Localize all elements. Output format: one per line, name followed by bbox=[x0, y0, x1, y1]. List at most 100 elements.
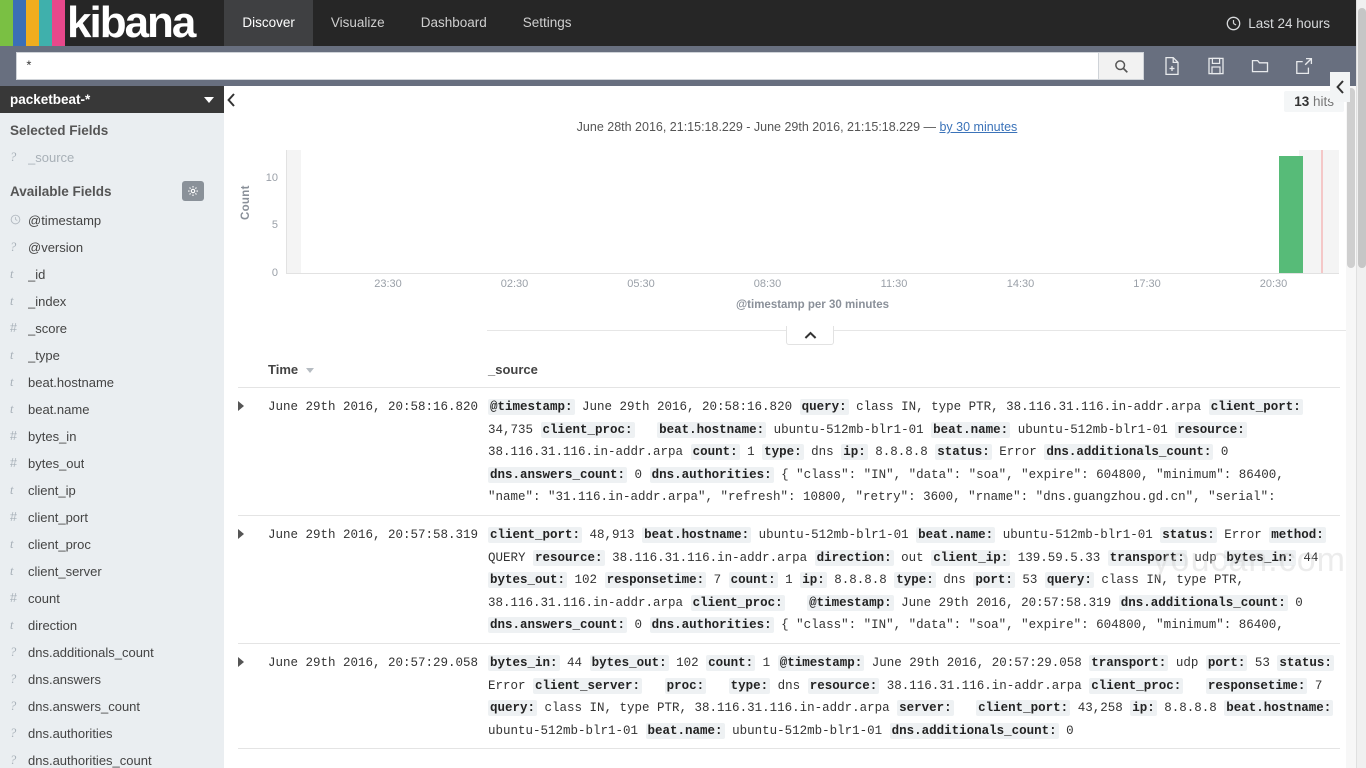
selected-field-_source[interactable]: ? _source bbox=[0, 144, 224, 171]
field-name-label: _index bbox=[28, 294, 67, 309]
table-row[interactable]: June 29th 2016, 20:58:16.820 @timestamp: … bbox=[238, 387, 1340, 516]
chart-interval-link[interactable]: by 30 minutes bbox=[939, 120, 1017, 134]
chart-collapse-button[interactable] bbox=[786, 326, 834, 345]
open-search-icon[interactable] bbox=[1250, 56, 1270, 76]
row-expand-cell[interactable] bbox=[238, 643, 268, 749]
sidebar-collapse-button[interactable] bbox=[224, 88, 238, 112]
row-expand-cell[interactable] bbox=[238, 515, 268, 644]
available-field-bytes_out[interactable]: # bytes_out bbox=[0, 450, 224, 477]
logo-bar-5 bbox=[52, 0, 65, 46]
available-field-dns.authorities[interactable]: ? dns.authorities bbox=[0, 720, 224, 747]
page-scrollbar-thumb[interactable] bbox=[1358, 8, 1366, 268]
field-type-number-icon: # bbox=[10, 429, 17, 443]
source-field-key: count: bbox=[706, 655, 756, 671]
caret-right-icon[interactable] bbox=[238, 657, 244, 667]
source-field-key: resource: bbox=[807, 677, 880, 694]
source-field-value: ubuntu-512mb-blr1-01 bbox=[732, 723, 883, 738]
source-field-key: client_port: bbox=[1208, 399, 1303, 415]
source-column-header[interactable]: _source bbox=[488, 354, 1340, 388]
available-field-_id[interactable]: t _id bbox=[0, 261, 224, 288]
source-field-key: resource: bbox=[533, 549, 605, 566]
field-sidebar: packetbeat-* Selected Fields ? _source Av… bbox=[0, 86, 224, 768]
field-name-label: dns.answers bbox=[28, 672, 101, 687]
available-field-bytes_in[interactable]: # bytes_in bbox=[0, 423, 224, 450]
share-search-icon[interactable] bbox=[1294, 56, 1314, 76]
available-field-dns.answers[interactable]: ? dns.answers bbox=[0, 666, 224, 693]
available-field-client_proc[interactable]: t client_proc bbox=[0, 531, 224, 558]
available-field-_index[interactable]: t _index bbox=[0, 288, 224, 315]
page-scrollbar[interactable] bbox=[1356, 0, 1366, 768]
search-submit-button[interactable] bbox=[1098, 52, 1144, 80]
selected-fields-heading: Selected Fields bbox=[0, 113, 224, 144]
available-field-count[interactable]: # count bbox=[0, 585, 224, 612]
selected-fields-list: ? _source bbox=[0, 144, 224, 171]
source-field-value: 34,735 bbox=[488, 422, 534, 437]
query-bar bbox=[0, 46, 1366, 86]
new-search-icon[interactable] bbox=[1162, 56, 1182, 76]
available-fields-list: @timestamp? @version t _id t _index # _score t _t… bbox=[0, 207, 224, 768]
source-field-value: 1 bbox=[785, 573, 793, 587]
caret-right-icon[interactable] bbox=[238, 401, 244, 411]
field-type-string-icon: t bbox=[10, 618, 14, 632]
caret-down-icon[interactable] bbox=[305, 368, 314, 374]
histogram-bar[interactable] bbox=[1279, 156, 1303, 273]
source-field-value: dns bbox=[811, 445, 834, 459]
available-field-@timestamp[interactable]: @timestamp bbox=[0, 207, 224, 234]
available-field-client_server[interactable]: t client_server bbox=[0, 558, 224, 585]
source-field-key: bytes_out: bbox=[488, 572, 568, 588]
available-field-beat.hostname[interactable]: t beat.hostname bbox=[0, 369, 224, 396]
available-field-@version[interactable]: ? @version bbox=[0, 234, 224, 261]
available-field-_score[interactable]: # _score bbox=[0, 315, 224, 342]
caret-right-icon[interactable] bbox=[238, 529, 244, 539]
source-field-key: bytes_in: bbox=[488, 655, 560, 671]
source-field-value: 0 bbox=[634, 467, 643, 482]
x-tick-2330: 23:30 bbox=[374, 278, 402, 290]
nav-item-dashboard[interactable]: Dashboard bbox=[403, 0, 505, 46]
nav-item-settings[interactable]: Settings bbox=[505, 0, 590, 46]
table-row[interactable]: June 29th 2016, 20:57:29.058 bytes_in: 44… bbox=[238, 643, 1340, 749]
source-field-value: 8.8.8.8 bbox=[875, 445, 928, 459]
available-field-beat.name[interactable]: t beat.name bbox=[0, 396, 224, 423]
save-search-icon[interactable] bbox=[1206, 56, 1226, 76]
available-field-direction[interactable]: t direction bbox=[0, 612, 224, 639]
time-range-picker[interactable]: Last 24 hours bbox=[1226, 0, 1366, 46]
x-tick-0530: 05:30 bbox=[627, 278, 655, 290]
table-header-row: Time _source bbox=[238, 354, 1340, 388]
source-field-value: udp bbox=[1194, 550, 1217, 565]
table-row[interactable]: June 29th 2016, 20:57:58.319 client_port:… bbox=[238, 515, 1340, 644]
y-tick-0: 0 bbox=[271, 267, 278, 279]
field-name-label: client_port bbox=[28, 510, 88, 525]
available-field-_type[interactable]: t _type bbox=[0, 342, 224, 369]
panel-collapse-button[interactable] bbox=[1330, 72, 1350, 102]
source-field-value: 44 bbox=[567, 656, 583, 670]
source-field-value: 102 bbox=[676, 656, 699, 670]
search-input[interactable] bbox=[16, 52, 1098, 80]
field-name-label: bytes_out bbox=[28, 456, 85, 471]
nav-item-visualize[interactable]: Visualize bbox=[313, 0, 403, 46]
nav-item-discover[interactable]: Discover bbox=[224, 0, 313, 53]
source-field-value: class IN, type PTR, 38.116.31.116.in-add… bbox=[544, 701, 890, 715]
source-field-key: dns.authorities: bbox=[649, 617, 774, 633]
main-scrollbar[interactable] bbox=[1346, 86, 1356, 768]
index-pattern-selector[interactable]: packetbeat-* bbox=[0, 86, 224, 113]
available-field-dns.authorities_count[interactable]: ? dns.authorities_count bbox=[0, 747, 224, 768]
available-field-client_ip[interactable]: t client_ip bbox=[0, 477, 224, 504]
y-axis-label: Count bbox=[240, 185, 252, 220]
source-field-value: ubuntu-512mb-blr1-01 bbox=[1017, 422, 1168, 437]
available-field-dns.additionals_count[interactable]: ? dns.additionals_count bbox=[0, 639, 224, 666]
field-type-string-icon: t bbox=[10, 564, 14, 578]
source-field-key: type: bbox=[728, 677, 771, 694]
field-name-label: _id bbox=[28, 267, 46, 282]
available-field-dns.answers_count[interactable]: ? dns.answers_count bbox=[0, 693, 224, 720]
main-scrollbar-thumb[interactable] bbox=[1347, 88, 1355, 268]
row-expand-cell[interactable] bbox=[238, 387, 268, 516]
time-column-header[interactable]: Time bbox=[268, 354, 488, 388]
row-time-cell: June 29th 2016, 20:57:58.319 bbox=[268, 515, 488, 644]
source-field-key: client_port: bbox=[488, 527, 583, 543]
available-field-client_port[interactable]: # client_port bbox=[0, 504, 224, 531]
x-tick-2030: 20:30 bbox=[1259, 278, 1288, 290]
gear-icon[interactable] bbox=[182, 181, 204, 201]
field-name-label: _score bbox=[28, 321, 68, 336]
table-body: June 29th 2016, 20:58:16.820 @timestamp: … bbox=[238, 387, 1340, 749]
source-field-value: June 29th 2016, 20:58:16.820 bbox=[582, 400, 793, 414]
